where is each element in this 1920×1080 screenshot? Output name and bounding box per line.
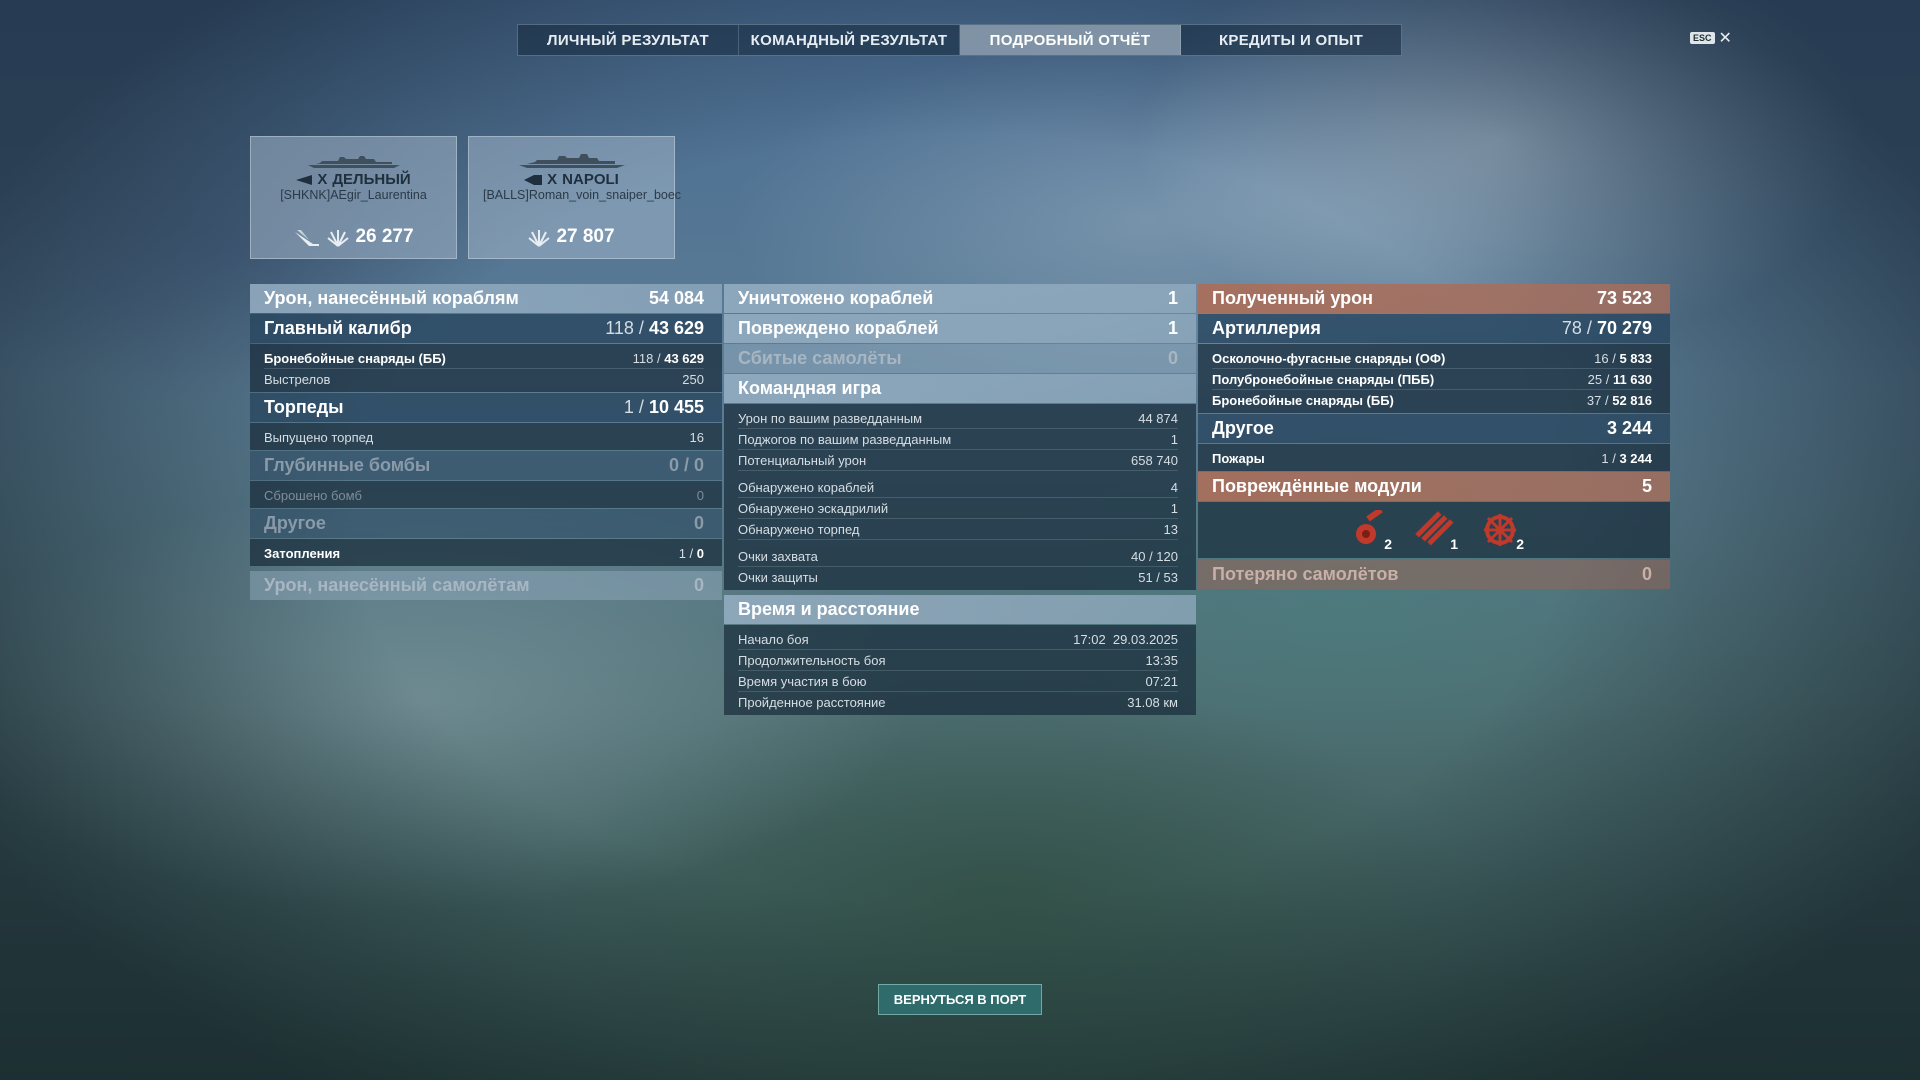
tab-personal-result[interactable]: ЛИЧНЫЙ РЕЗУЛЬТАТ — [518, 25, 739, 55]
capture-points-row: Очки захвата 40 / 120 — [738, 546, 1178, 567]
shots-row: Выстрелов 250 — [264, 371, 704, 387]
time-distance-details: Начало боя 17:02 29.03.2025 Продолжительн… — [724, 625, 1196, 715]
ship-damage: 26 277 — [251, 226, 456, 248]
torpedoes-header: Торпеды 1 / 10 455 — [250, 393, 722, 422]
depth-charges-header: Глубинные бомбы 0 / 0 — [250, 451, 722, 480]
tab-credits-xp[interactable]: КРЕДИТЫ И ОПЫТ — [1181, 25, 1401, 55]
time-in-battle-row: Время участия в бою 07:21 — [738, 671, 1178, 692]
player-name: [SHKNK]AEgir_Laurentina — [280, 188, 427, 202]
damage-received-column: Полученный урон 73 523 Артиллерия 78 / 7… — [1198, 284, 1670, 590]
team-play-details: Урон по вашим разведданным 44 874 Поджого… — [724, 404, 1196, 590]
ship-name: X ДЕЛЬНЫЙ — [251, 171, 456, 188]
other-damage-details: Затопления 1 / 0 — [250, 539, 722, 566]
sap-shells-row: Полубронебойные снаряды (ПББ) 25 / 11 630 — [1212, 369, 1652, 390]
damage-burst-icon — [327, 230, 350, 247]
torpedoes-spotted-row: Обнаружено торпед 13 — [738, 519, 1178, 540]
ships-damaged-header: Повреждено кораблей 1 — [724, 314, 1196, 343]
ship-name-text: ДЕЛЬНЫЙ — [332, 171, 411, 188]
damage-dealt-column: Урон, нанесённый кораблям 54 084 Главный… — [250, 284, 722, 601]
tab-detailed-report[interactable]: ПОДРОБНЫЙ ОТЧЁТ — [960, 25, 1181, 55]
destroyer-silhouette-icon — [251, 153, 456, 169]
ap-shells-received-row: Бронебойные снаряды (ББ) 37 / 52 816 — [1212, 392, 1652, 408]
torpedo-tubes-icon[interactable]: 1 — [1414, 510, 1458, 552]
time-distance-header: Время и расстояние — [724, 595, 1196, 624]
ship-card-1[interactable]: X ДЕЛЬНЫЙ [SHKNK]AEgir_Laurentina 26 277 — [250, 136, 457, 259]
team-play-header: Командная игра — [724, 374, 1196, 403]
other-damage-header: Другое 0 — [250, 509, 722, 538]
damage-to-ships-header: Урон, нанесённый кораблям 54 084 — [250, 284, 722, 313]
artillery-details: Осколочно-фугасные снаряды (ОФ) 16 / 5 83… — [1198, 344, 1670, 413]
close-button[interactable]: ESC ✕ — [1690, 28, 1732, 48]
close-icon[interactable]: ✕ — [1719, 28, 1732, 48]
ap-shells-row: Бронебойные снаряды (ББ) 118 / 43 629 — [264, 348, 704, 369]
defense-points-row: Очки защиты 51 / 53 — [738, 569, 1178, 585]
he-shells-row: Осколочно-фугасные снаряды (ОФ) 16 / 5 83… — [1212, 348, 1652, 369]
bombs-dropped-row: Сброшено бомб 0 — [264, 487, 704, 503]
battle-start-row: Начало боя 17:02 29.03.2025 — [738, 629, 1178, 650]
battle-duration-row: Продолжительность боя 13:35 — [738, 650, 1178, 671]
ship-damage-value: 27 807 — [556, 226, 615, 247]
tab-team-result[interactable]: КОМАНДНЫЙ РЕЗУЛЬТАТ — [739, 25, 960, 55]
module-count: 2 — [1384, 536, 1392, 552]
aircraft-damage-header: Урон, нанесённый самолётам 0 — [250, 571, 722, 600]
torpedoes-launched-row: Выпущено торпед 16 — [264, 429, 704, 445]
fires-row: Пожары 1 / 3 244 — [1212, 450, 1652, 466]
cruiser-class-icon — [524, 174, 543, 185]
depth-charge-details: Сброшено бомб 0 — [250, 481, 722, 508]
damaged-modules-list: 2 1 2 — [1198, 502, 1670, 558]
turret-icon[interactable]: 2 — [1348, 507, 1392, 552]
esc-key-hint: ESC — [1690, 32, 1715, 44]
spotting-damage-row: Урон по вашим разведданным 44 874 — [738, 408, 1178, 429]
damage-burst-icon — [528, 230, 551, 247]
results-column: Уничтожено кораблей 1 Повреждено корабле… — [724, 284, 1196, 716]
ship-tier: X — [317, 171, 328, 188]
ship-damage-value: 26 277 — [355, 226, 414, 247]
ship-tier: X — [547, 171, 558, 188]
planes-shot-header: Сбитые самолёты 0 — [724, 344, 1196, 373]
main-battery-header: Главный калибр 118 / 43 629 — [250, 314, 722, 343]
damage-received-header: Полученный урон 73 523 — [1198, 284, 1670, 313]
potential-damage-row: Потенциальный урон 658 740 — [738, 450, 1178, 471]
ships-destroyed-header: Уничтожено кораблей 1 — [724, 284, 1196, 313]
player-name: [BALLS]Roman_voin_snaiper_boec — [483, 188, 682, 202]
destroyer-class-icon — [296, 174, 313, 185]
planes-lost-header: Потеряно самолётов 0 — [1198, 560, 1670, 589]
return-to-port-button[interactable]: ВЕРНУТЬСЯ В ПОРТ — [878, 984, 1042, 1015]
damaged-modules-header: Повреждённые модули 5 — [1198, 472, 1670, 501]
torpedo-details: Выпущено торпед 16 — [250, 423, 722, 450]
module-count: 2 — [1516, 536, 1524, 552]
squadrons-spotted-row: Обнаружено эскадрилий 1 — [738, 498, 1178, 519]
ship-card-2[interactable]: X NAPOLI [BALLS]Roman_voin_snaiper_boec … — [468, 136, 682, 259]
spotting-fires-row: Поджогов по вашим разведданным 1 — [738, 429, 1178, 450]
ships-spotted-row: Обнаружено кораблей 4 — [738, 477, 1178, 498]
other-received-header: Другое 3 244 — [1198, 414, 1670, 443]
other-received-details: Пожары 1 / 3 244 — [1198, 444, 1670, 471]
steering-gear-icon[interactable]: 2 — [1480, 510, 1524, 552]
ship-destroyed-icon — [295, 230, 320, 246]
flooding-row: Затопления 1 / 0 — [264, 545, 704, 561]
ship-damage: 27 807 — [469, 226, 674, 248]
module-count: 1 — [1450, 536, 1458, 552]
ship-name-text: NAPOLI — [562, 171, 619, 188]
cruiser-silhouette-icon — [469, 153, 674, 169]
main-battery-details: Бронебойные снаряды (ББ) 118 / 43 629 Вы… — [250, 344, 722, 392]
result-tabs: ЛИЧНЫЙ РЕЗУЛЬТАТ КОМАНДНЫЙ РЕЗУЛЬТАТ ПОД… — [517, 24, 1402, 56]
ship-name: X NAPOLI — [469, 171, 674, 188]
distance-row: Пройденное расстояние 31.08 км — [738, 694, 1178, 710]
artillery-header: Артиллерия 78 / 70 279 — [1198, 314, 1670, 343]
